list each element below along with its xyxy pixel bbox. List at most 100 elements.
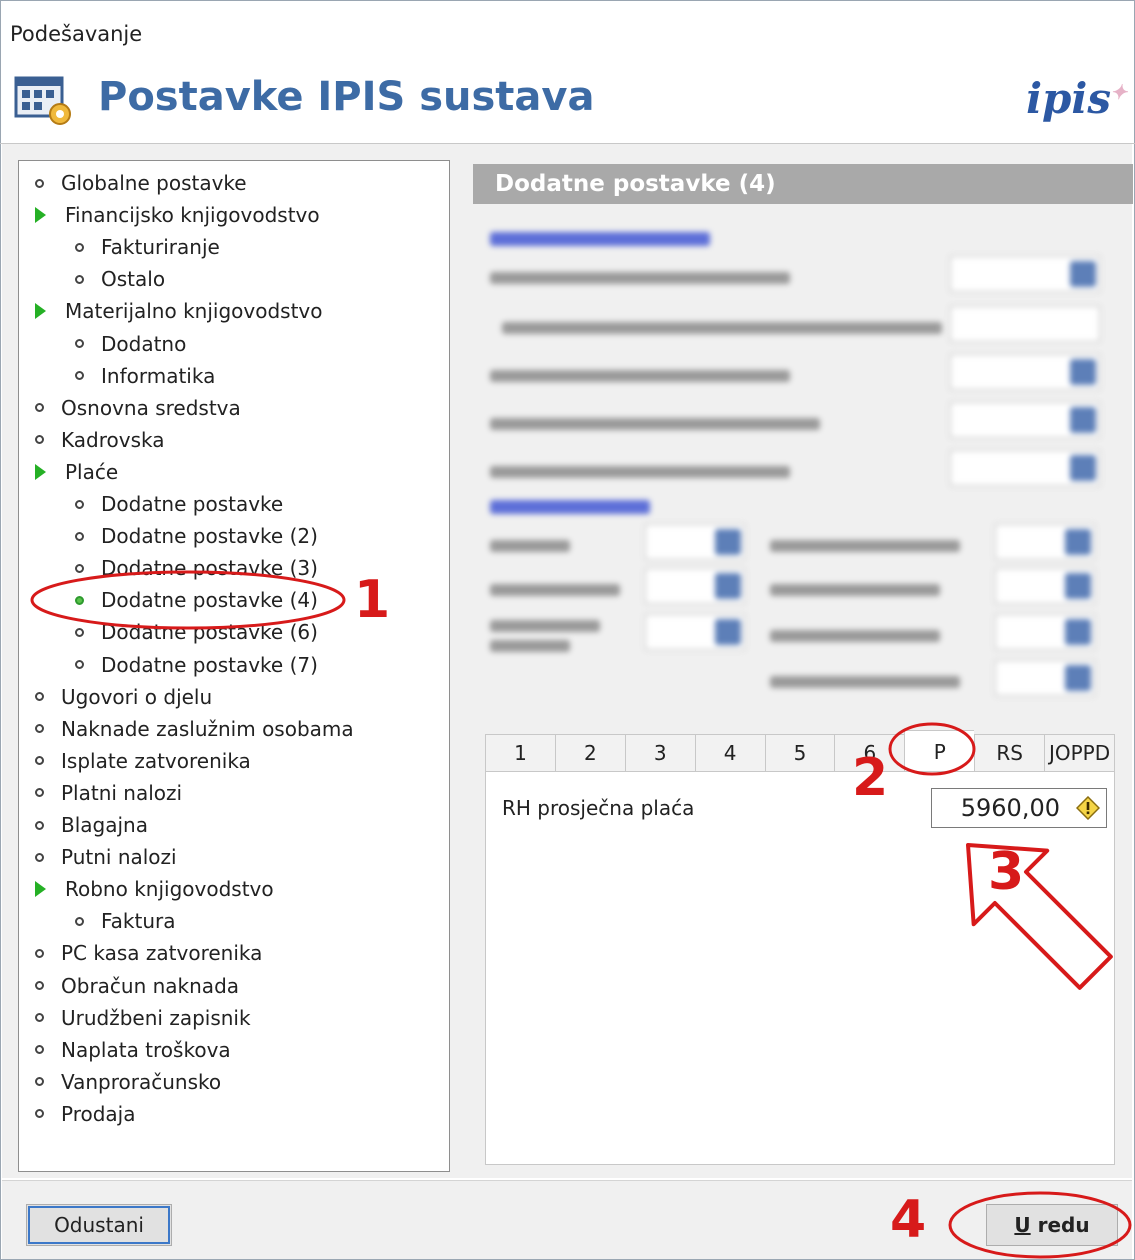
bullet-icon — [35, 981, 44, 990]
tree-item-label: Dodatne postavke (7) — [101, 652, 318, 677]
tree-item-label: Dodatne postavke (6) — [101, 620, 318, 645]
tree-item[interactable]: Naplata troškova — [35, 1034, 231, 1066]
tree-item[interactable]: Fakturiranje — [75, 231, 220, 263]
tree-item-label: Faktura — [101, 909, 176, 934]
tree-item[interactable]: Platni nalozi — [35, 777, 182, 809]
tree-item[interactable]: Financijsko knjigovodstvo — [35, 199, 320, 231]
bullet-icon — [35, 756, 44, 766]
warning-icon[interactable] — [1076, 796, 1100, 820]
tree-item[interactable]: Ostalo — [75, 263, 165, 295]
tree-item[interactable]: Vanproračunsko — [35, 1066, 221, 1098]
bullet-icon — [35, 788, 44, 798]
tree-item[interactable]: Dodatne postavke (4) — [75, 584, 318, 616]
tree-item-label: Robno knjigovodstvo — [65, 877, 274, 902]
ipis-logo-text: ipis — [1026, 74, 1111, 123]
tree-item-label: Ugovori o djelu — [61, 684, 213, 709]
tree-item-label: Naknade zaslužnim osobama — [61, 716, 354, 741]
expand-arrow-icon — [35, 881, 46, 898]
tab-5[interactable]: 5 — [764, 734, 835, 772]
tree-item-label: Putni nalozi — [61, 845, 177, 870]
bullet-icon — [35, 403, 44, 413]
annotation-step-3: 3 — [988, 842, 1025, 902]
tree-item[interactable]: Robno knjigovodstvo — [35, 873, 274, 905]
bullet-icon — [35, 178, 44, 188]
tree-item[interactable]: Informatika — [75, 360, 215, 392]
tree-item-label: Dodatne postavke (3) — [101, 556, 318, 581]
bullet-icon — [75, 371, 84, 381]
tree-item-label: Dodatne postavke — [101, 492, 284, 516]
tree-item[interactable]: Isplate zatvorenika — [35, 745, 251, 777]
expand-arrow-icon — [35, 207, 46, 224]
bullet-icon — [75, 563, 84, 573]
tree-item[interactable]: Blagajna — [35, 809, 148, 841]
tree-item[interactable]: Obračun naknada — [35, 970, 239, 1002]
ipis-logo: ipis ✦ — [1026, 74, 1127, 123]
tree-item[interactable]: Dodatno — [75, 328, 186, 360]
panel-title: Dodatne postavke (4) — [473, 164, 1133, 204]
tree-item[interactable]: Osnovna sredstva — [35, 392, 241, 424]
bullet-icon — [35, 1045, 44, 1055]
tree-item-label: Prodaja — [61, 1101, 136, 1126]
tree-item[interactable]: Dodatne postavke (7) — [75, 649, 318, 681]
tree-item[interactable]: Faktura — [75, 905, 176, 937]
tree-item-label: Naplata troškova — [61, 1037, 231, 1062]
tab-4[interactable]: 4 — [694, 734, 765, 772]
bullet-icon — [35, 435, 44, 445]
tree-item[interactable]: Plaće — [35, 456, 118, 488]
tree-item[interactable]: Dodatne postavke (2) — [75, 520, 318, 552]
tree-item-label: Kadrovska — [61, 427, 165, 452]
tab-rs[interactable]: RS — [974, 734, 1045, 772]
tree-item[interactable]: Ugovori o djelu — [35, 681, 212, 713]
tree-item-label: Urudžbeni zapisnik — [61, 1005, 251, 1030]
tab-page-p: RH prosječna plaća 5960,00 — [485, 771, 1115, 1165]
settings-tree[interactable]: Globalne postavke Financijsko knjigovodst… — [18, 160, 450, 1172]
tree-item-label: Platni nalozi — [61, 780, 183, 805]
average-salary-label: RH prosječna plaća — [502, 796, 695, 820]
bullet-icon — [75, 339, 84, 348]
bullet-icon — [75, 660, 84, 669]
tree-item[interactable]: Materijalno knjigovodstvo — [35, 295, 322, 327]
tree-item-label: Vanproračunsko — [61, 1069, 222, 1094]
tab-3[interactable]: 3 — [624, 734, 695, 772]
window-title: Podešavanje — [10, 22, 143, 46]
tab-2[interactable]: 2 — [554, 734, 625, 772]
bullet-icon — [75, 274, 84, 284]
ok-button[interactable]: U redu — [986, 1204, 1118, 1246]
bullet-icon — [35, 948, 44, 958]
tab-p[interactable]: P — [904, 730, 975, 772]
tree-item[interactable]: Putni nalozi — [35, 841, 177, 873]
cancel-button[interactable]: Odustani — [26, 1204, 172, 1246]
bullet-icon — [75, 531, 84, 541]
tree-item[interactable]: Kadrovska — [35, 424, 164, 456]
bullet-icon — [75, 499, 84, 509]
page-title: Postavke IPIS sustava — [98, 74, 595, 120]
ok-button-label: redu — [1030, 1213, 1090, 1237]
tree-item-label: Plaće — [65, 459, 119, 484]
bullet-icon — [35, 820, 44, 830]
tree-item-label: Materijalno knjigovodstvo — [65, 299, 323, 324]
annotation-step-4: 4 — [890, 1190, 927, 1250]
tree-item[interactable]: Globalne postavke — [35, 167, 247, 199]
tree-item[interactable]: Dodatne postavke (3) — [75, 552, 318, 584]
tab-1[interactable]: 1 — [485, 734, 555, 772]
bullet-icon — [35, 1013, 44, 1023]
blurred-settings-area — [480, 220, 1120, 700]
bullet-icon — [75, 242, 84, 252]
bullet-icon — [35, 692, 44, 702]
tree-item-label: Fakturiranje — [101, 235, 220, 260]
tree-item[interactable]: Urudžbeni zapisnik — [35, 1002, 251, 1034]
ok-button-mnemonic: U — [1014, 1213, 1031, 1237]
annotation-step-1: 1 — [354, 570, 391, 630]
expand-arrow-icon — [35, 463, 46, 480]
tree-item-label: Osnovna sredstva — [61, 395, 241, 420]
tree-item-label: Dodatno — [101, 331, 187, 356]
tree-item[interactable]: Dodatne postavke — [75, 488, 283, 520]
settings-app-icon — [14, 76, 71, 125]
logo-star-icon: ✦ — [1110, 80, 1127, 104]
tree-item[interactable]: Prodaja — [35, 1098, 136, 1130]
tree-item[interactable]: PC kasa zatvorenika — [35, 937, 262, 969]
tree-item[interactable]: Dodatne postavke (6) — [75, 616, 318, 648]
bullet-icon — [35, 724, 44, 734]
tree-item[interactable]: Naknade zaslužnim osobama — [35, 713, 354, 745]
tab-joppd[interactable]: JOPPD — [1044, 734, 1116, 772]
